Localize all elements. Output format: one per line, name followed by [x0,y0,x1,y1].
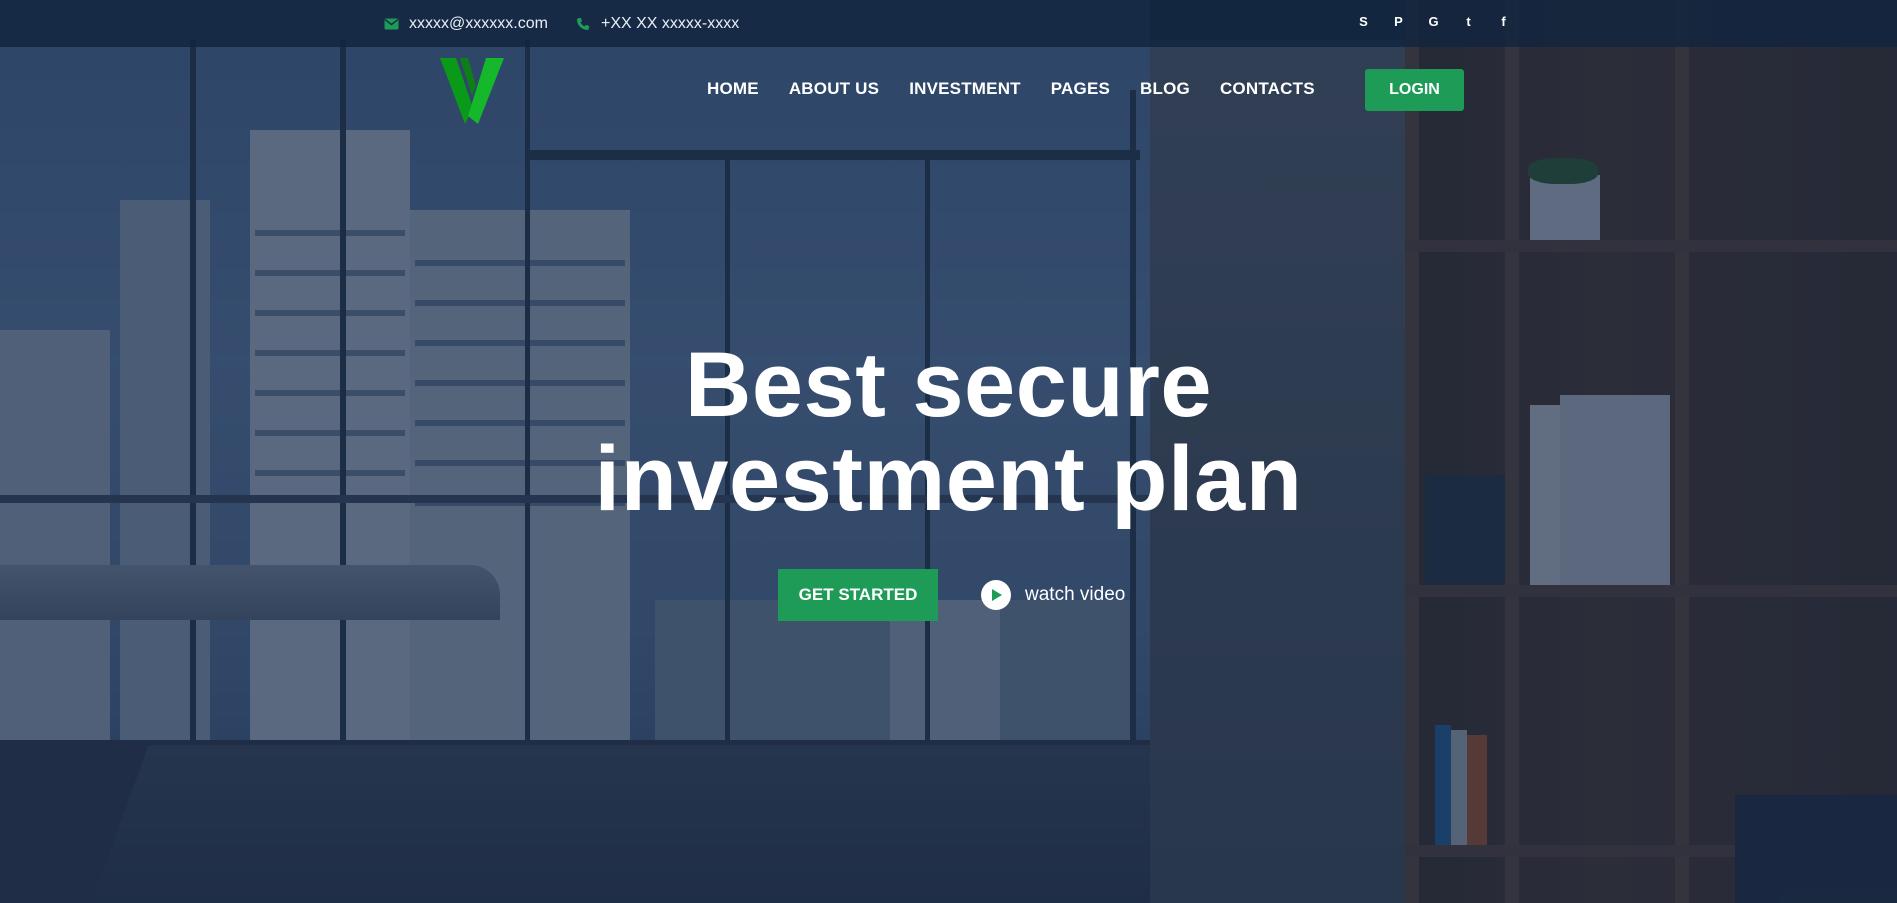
pinterest-icon[interactable]: P [1391,14,1406,29]
nav-about-us[interactable]: ABOUT US [789,78,879,100]
nav-investment[interactable]: INVESTMENT [909,78,1021,100]
hero-title: Best secure investment plan [0,338,1897,526]
email-text: xxxxx@xxxxxx.com [409,14,548,32]
nav-home[interactable]: HOME [707,78,759,100]
phone-contact[interactable]: +XX XX xxxxx-xxxx [575,0,739,47]
email-contact[interactable]: xxxxx@xxxxxx.com [383,0,548,47]
top-contact-bar: xxxxx@xxxxxx.com +XX XX xxxxx-xxxx S P G… [0,0,1897,47]
get-started-button[interactable]: GET STARTED [778,569,938,621]
nav-pages[interactable]: PAGES [1051,78,1110,100]
login-button[interactable]: LOGIN [1365,69,1464,111]
google-icon[interactable]: G [1426,14,1441,29]
main-navigation: HOME ABOUT US INVESTMENT PAGES BLOG CONT… [707,78,1315,100]
watch-video-label: watch video [1025,584,1126,605]
facebook-icon[interactable]: f [1496,14,1511,29]
hero-title-line-2: investment plan [594,428,1303,530]
envelope-icon [383,16,399,32]
phone-text: +XX XX xxxxx-xxxx [601,14,740,32]
site-logo[interactable] [440,56,504,124]
hero-title-line-1: Best secure [684,334,1213,436]
social-links: S P G t f [1356,0,1511,42]
nav-contacts[interactable]: CONTACTS [1220,78,1315,100]
play-icon[interactable] [981,580,1011,610]
twitter-icon[interactable]: t [1461,14,1476,29]
watch-video-link[interactable]: watch video [981,579,1125,611]
skype-icon[interactable]: S [1356,14,1371,29]
phone-icon [575,16,591,32]
nav-blog[interactable]: BLOG [1140,78,1190,100]
